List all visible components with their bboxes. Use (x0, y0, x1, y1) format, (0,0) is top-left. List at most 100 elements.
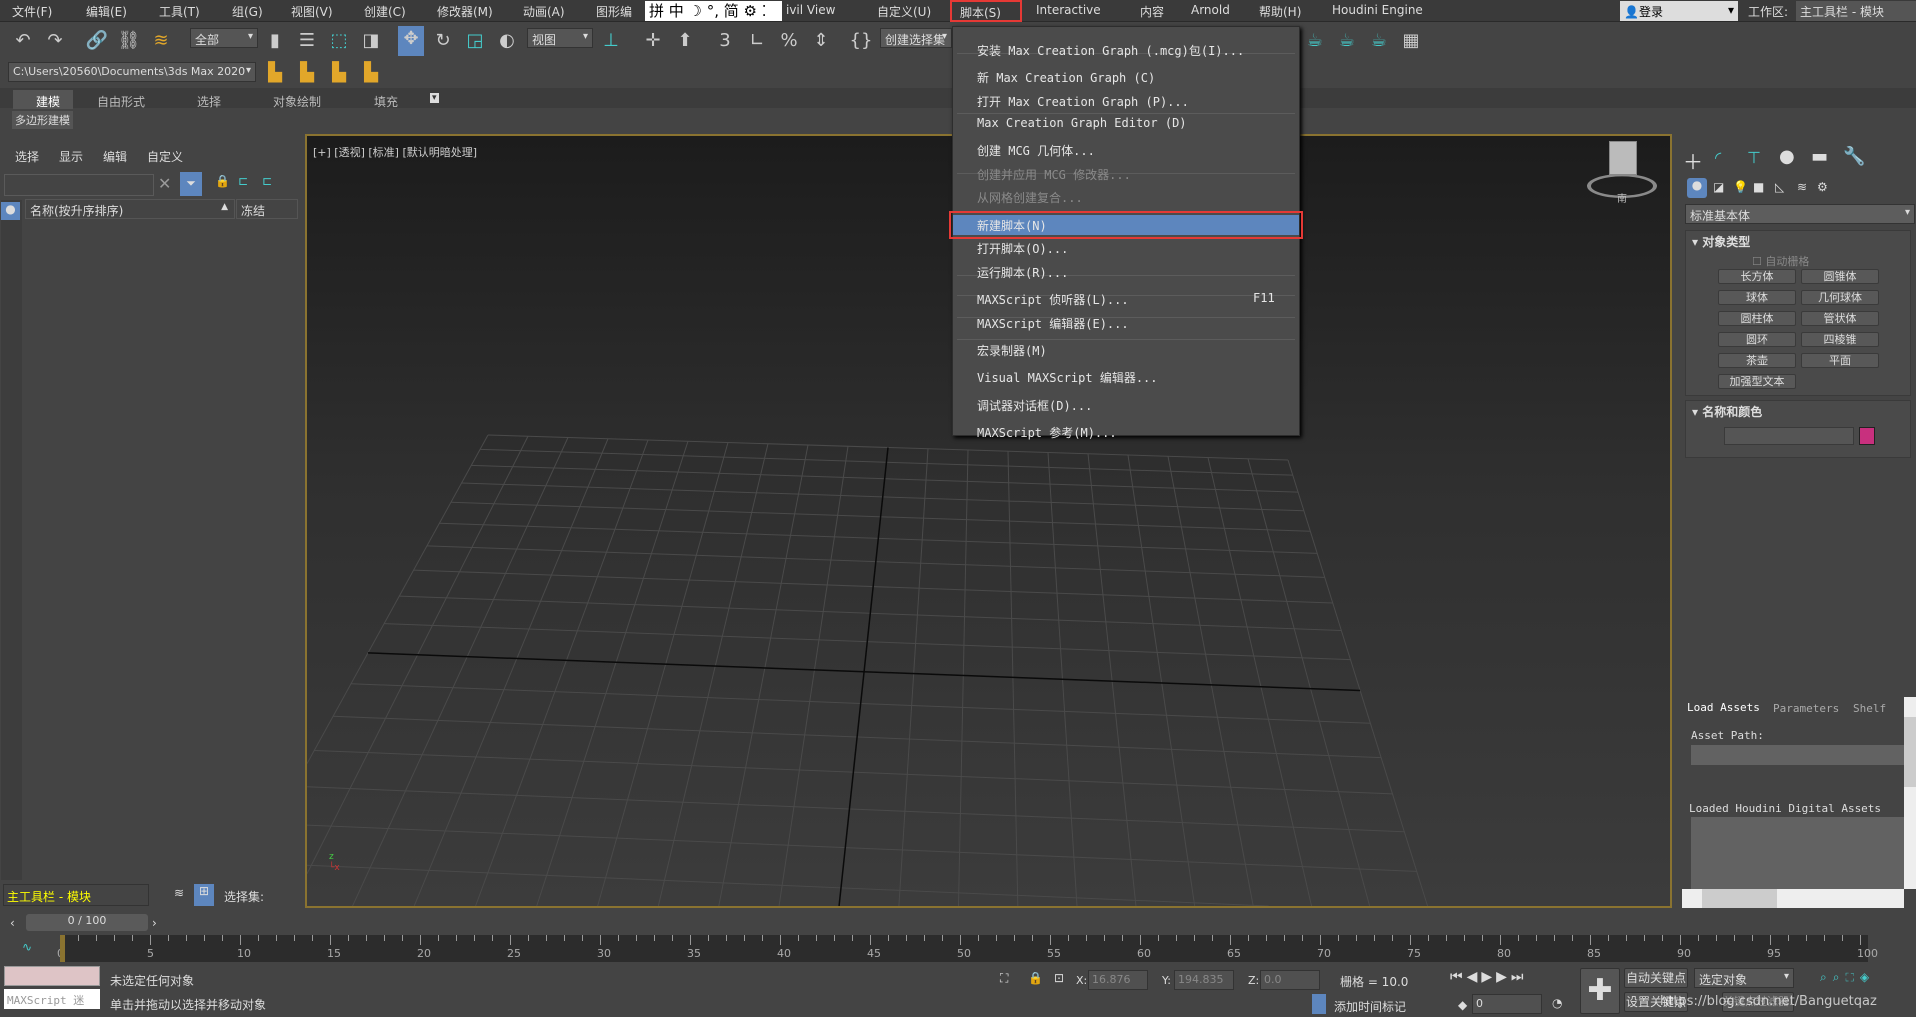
workspace-dropdown[interactable]: 主工具栏 - 模块 (1796, 1, 1916, 21)
primitive-button[interactable]: 圆柱体 (1718, 311, 1796, 326)
menu-modifiers[interactable]: 修改器(M) (437, 3, 493, 20)
time-slider[interactable]: 0 / 100 (26, 914, 148, 931)
primitive-button[interactable]: 四棱锥 (1801, 332, 1879, 347)
primitive-button[interactable]: 圆锥体 (1801, 269, 1879, 284)
ribbon-tab-modeling[interactable]: 建模 (36, 93, 60, 110)
ribbon-polygon-modeling[interactable]: 多边形建模 (12, 111, 73, 129)
link-icon[interactable]: 🔗 (84, 28, 110, 54)
angle-snap-icon[interactable]: ∟ (744, 28, 770, 54)
playback-controls[interactable]: ⏮◀▶▶⏭ (1450, 969, 1528, 985)
menu-item[interactable]: 调试器对话框(D)... (977, 397, 1092, 414)
helpers-icon[interactable]: ◺ (1775, 180, 1784, 194)
ribbon-tab-object-paint[interactable]: 对象绘制 (273, 93, 321, 110)
lights-icon[interactable]: 💡 (1733, 180, 1748, 194)
create-tab-icon[interactable]: ＋ (1683, 146, 1703, 175)
menu-item[interactable]: MAXScript 编辑器(E)... (977, 315, 1129, 332)
menu-item[interactable]: 创建并应用 MCG 修改器... (977, 166, 1131, 183)
menu-item[interactable]: 宏录制器(M) (977, 342, 1047, 359)
maxscript-mini-input[interactable]: MAXScript 迷 (4, 989, 100, 1009)
edit-named-selection-icon[interactable]: {} (848, 28, 874, 54)
render-active-icon[interactable]: ☕ (1366, 28, 1392, 54)
rect-selection-icon[interactable]: ⬚ (326, 28, 352, 54)
select-manipulate-icon[interactable]: ✛ (640, 28, 666, 54)
timeline-track[interactable]: 0510152025303540455055606570758085909510… (57, 935, 1878, 962)
explorer-search-input[interactable] (4, 174, 154, 196)
clear-search-icon[interactable]: ✕ (158, 174, 171, 193)
keyboard-shortcut-icon[interactable]: ⬆ (672, 28, 698, 54)
primitive-button[interactable]: 长方体 (1718, 269, 1796, 284)
menu-scripting[interactable]: 脚本(S) (950, 0, 1022, 22)
asset-path-input[interactable] (1691, 745, 1905, 765)
placement-icon[interactable]: ◐ (494, 28, 520, 54)
explorer-menu-edit[interactable]: 编辑 (103, 148, 127, 165)
select-object-icon[interactable]: ▮ (262, 28, 288, 54)
viewcube[interactable] (1609, 141, 1637, 175)
redo-icon[interactable]: ↷ (42, 28, 68, 54)
scene-explorer-toggle-icon[interactable]: ⊞ (194, 884, 214, 906)
tab-parameters[interactable]: Parameters (1773, 702, 1839, 715)
select-move-icon[interactable]: ✥ (398, 26, 424, 56)
spinner-snap-icon[interactable]: ⇕ (808, 28, 834, 54)
display-tab-icon[interactable]: ▬ (1811, 146, 1828, 167)
primitive-button[interactable]: 平面 (1801, 353, 1879, 368)
tab-shelf[interactable]: Shelf (1853, 702, 1886, 715)
menu-item[interactable]: 新 Max Creation Graph (C) (977, 69, 1155, 86)
column-frozen-header[interactable]: 冻结 (236, 199, 298, 219)
auto-key-button[interactable]: 自动关键点 (1624, 968, 1688, 988)
percent-snap-icon[interactable]: % (776, 28, 802, 54)
selection-lock-icon[interactable]: 🔒 (1028, 971, 1043, 985)
primitive-button[interactable]: 管状体 (1801, 311, 1879, 326)
viewport-label-menu[interactable]: [+] [透视] [标准] [默认明暗处理] (313, 144, 477, 160)
loaded-assets-list[interactable] (1691, 817, 1905, 889)
explorer-menu-select[interactable]: 选择 (15, 148, 39, 165)
menu-arnold[interactable]: Arnold (1191, 3, 1230, 17)
prev-frame-button[interactable]: ‹ (10, 916, 15, 930)
layers-icon[interactable]: ≋ (174, 886, 184, 900)
menu-edit[interactable]: 编辑(E) (86, 3, 127, 20)
workspace-toolbar-dropdown[interactable]: 主工具栏 - 模块 (3, 884, 149, 906)
object-name-input[interactable] (1724, 427, 1854, 445)
vertical-scrollbar[interactable] (1904, 697, 1916, 889)
rollout-name-color-title[interactable]: ▾ 名称和颜色 (1692, 403, 1762, 420)
rollout-object-type-title[interactable]: ▾ 对象类型 (1692, 233, 1750, 250)
key-mode-icon[interactable]: ◆ (1458, 998, 1467, 1012)
menu-item[interactable]: 创建 MCG 几何体... (977, 142, 1095, 159)
autogrid-checkbox[interactable]: ☐ 自动栅格 (1752, 253, 1809, 269)
menu-content[interactable]: 内容 (1140, 3, 1164, 20)
menu-graph-editors[interactable]: 图形编 (596, 3, 632, 20)
ime-toolbar[interactable]: 拼 中 ☽ °, 简 ⚙ ⁚ (645, 1, 782, 21)
category-dropdown[interactable]: 标准基本体 (1685, 204, 1915, 224)
shapes-icon[interactable]: ◪ (1713, 180, 1724, 194)
tab-load-assets[interactable]: Load Assets (1687, 701, 1760, 714)
project-create-icon[interactable]: ▙ (294, 60, 320, 86)
project-path-dropdown[interactable]: C:\Users\20560\Documents\3ds Max 2020 (8, 62, 256, 82)
explorer-menu-customize[interactable]: 自定义 (147, 148, 183, 165)
unlink-icon[interactable]: ⛓ (116, 28, 142, 54)
lock-icon[interactable]: 🔒 (215, 174, 230, 188)
time-config-icon[interactable]: ◔ (1552, 996, 1562, 1010)
set-key-icon[interactable]: ✚ (1580, 968, 1620, 1014)
time-slider-handle[interactable] (60, 935, 65, 962)
rotate-icon[interactable]: ↻ (430, 28, 456, 54)
menu-file[interactable]: 文件(F) (12, 3, 52, 20)
menu-item[interactable]: Visual MAXScript 编辑器... (977, 369, 1158, 386)
snap-toggle-icon[interactable]: 3 (712, 28, 738, 54)
menu-item[interactable]: 安装 Max Creation Graph (.mcg)包(I)... (977, 42, 1244, 59)
menu-views[interactable]: 视图(V) (291, 3, 333, 20)
z-coordinate-field[interactable]: 0.0 (1260, 970, 1320, 990)
key-target-dropdown[interactable]: 选定对象 (1694, 968, 1794, 988)
hierarchy-tab-icon[interactable]: ⊤ (1747, 148, 1761, 167)
ref-coord-dropdown[interactable]: 视图 (527, 28, 593, 48)
absolute-mode-icon[interactable]: ⊡ (1054, 971, 1064, 985)
menu-item[interactable]: Max Creation Graph Editor (D) (977, 116, 1187, 130)
render-grid-icon[interactable]: ▦ (1398, 28, 1424, 54)
ribbon-options-icon[interactable]: ▾ (430, 93, 439, 103)
menu-item[interactable]: 打开脚本(O)... (977, 240, 1068, 257)
named-selection-dropdown[interactable]: 创建选择集 (880, 28, 952, 48)
curve-editor-icon[interactable]: ∿ (22, 940, 32, 954)
ribbon-tab-selection[interactable]: 选择 (197, 93, 221, 110)
next-frame-button[interactable]: › (152, 916, 157, 930)
viewport-nav-controls[interactable]: ⌕⌕⛶◈ (1820, 970, 1875, 985)
project-tree-icon[interactable]: ▙ (326, 60, 352, 86)
pivot-icon[interactable]: ⊥ (598, 28, 624, 54)
